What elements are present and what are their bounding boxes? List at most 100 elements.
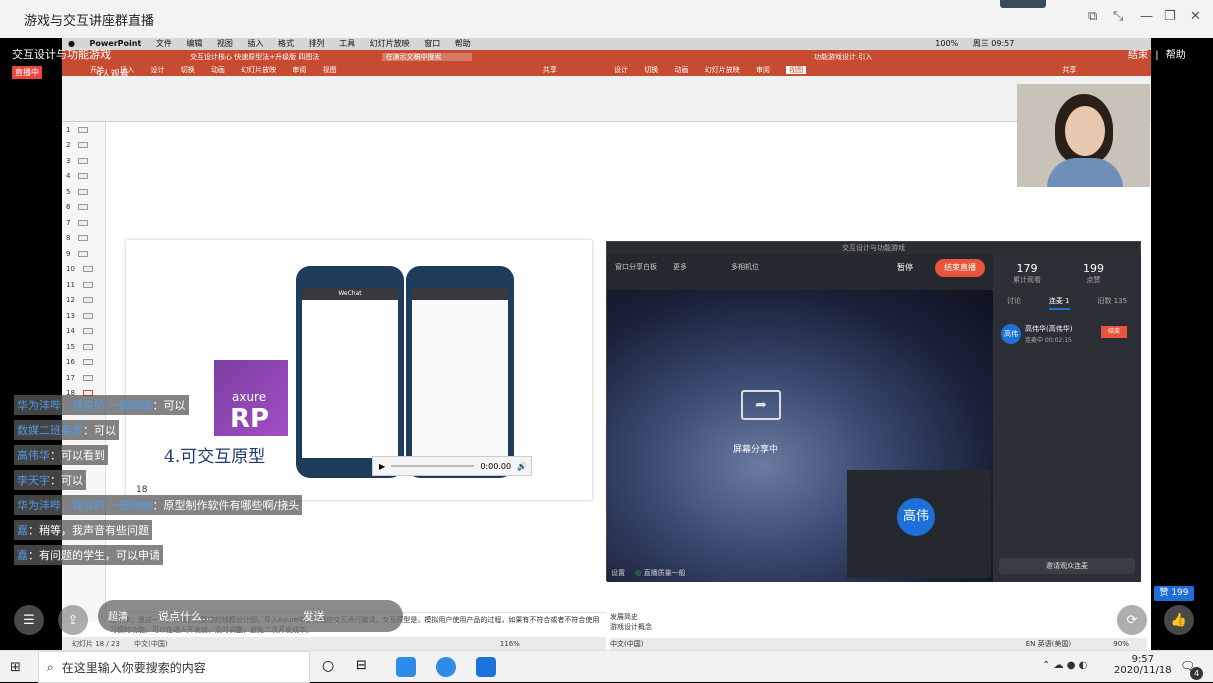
tab-old[interactable]: 旧数 135 (1097, 296, 1127, 310)
slide-thumbnail[interactable]: 6 (62, 200, 105, 216)
tab-transition-r[interactable]: 切换 (644, 66, 658, 74)
tab-design[interactable]: 设计 (150, 66, 164, 74)
slide-thumbnail[interactable]: 9 (62, 246, 105, 262)
slide-thumbnail[interactable]: 8 (62, 231, 105, 247)
menu-slideshow[interactable]: 幻灯片放映 (370, 39, 410, 48)
end-live-button[interactable]: 结束直播 (935, 259, 985, 277)
chat-sender[interactable]: 华为沣哔，我说的 一郜瑞峰 (17, 397, 153, 413)
slide-thumbnail-preview (78, 219, 89, 226)
slide-thumbnail[interactable]: 4 (62, 169, 105, 185)
chat-input[interactable]: 说点什么... (158, 608, 213, 624)
play-icon[interactable]: ▶ (379, 462, 385, 471)
tab-discussion[interactable]: 讨论 (1007, 296, 1021, 310)
cortana-icon[interactable]: ○ (322, 658, 334, 674)
tab-slideshow-r[interactable]: 幻灯片放映 (705, 66, 740, 74)
settings-label[interactable]: 设置 (611, 569, 625, 577)
volume-icon[interactable]: 🔊 (517, 462, 527, 471)
guest-avatar: 高伟 (1001, 324, 1021, 344)
menu-arrange[interactable]: 排列 (309, 39, 325, 48)
slide-thumbnail[interactable]: 13 (62, 308, 105, 324)
app-icon-feishu[interactable] (436, 657, 456, 677)
slide-counter: 幻灯片 18 / 23 (72, 640, 120, 648)
chat-text: 可以 (163, 399, 186, 412)
chat-sender[interactable]: 数媒二班姜雪 (17, 422, 83, 438)
quality-label: 直播质量一般 (643, 569, 686, 577)
restore-button[interactable]: ❐ (1164, 9, 1176, 24)
tab-animation[interactable]: 动画 (211, 66, 225, 74)
tab-animation-r[interactable]: 动画 (674, 66, 688, 74)
ppt-right-zoom[interactable]: 90% (1113, 640, 1129, 648)
slide-thumbnail-preview (82, 312, 93, 319)
minimize-button[interactable]: — (1140, 9, 1153, 24)
switch-icon[interactable]: ⟳ (1117, 605, 1147, 635)
taskview-icon[interactable]: ⊟ (356, 658, 367, 673)
chat-sender[interactable]: 李天宇 (17, 472, 50, 488)
send-button[interactable]: 发送 (303, 608, 325, 624)
app-icon-tablet[interactable] (476, 657, 496, 677)
menu-file[interactable]: 文件 (156, 39, 172, 48)
end-link[interactable]: 结束 (1128, 50, 1148, 61)
slide-thumbnail[interactable]: 1 (62, 122, 105, 138)
slide-thumbnail[interactable]: 7 (62, 215, 105, 231)
slide-thumbnail[interactable]: 17 (62, 370, 105, 386)
slide-thumbnail[interactable]: 10 (62, 262, 105, 278)
hangup-button[interactable]: 结束 (1101, 326, 1127, 338)
tab-design-r[interactable]: 设计 (614, 66, 628, 74)
slide-thumbnail-number: 17 (66, 373, 75, 382)
tab-transition[interactable]: 切换 (181, 66, 195, 74)
clarity-button[interactable]: 超清 (108, 608, 128, 623)
chat-sender[interactable]: 华为沣哔，我说的 一郜瑞峰 (17, 497, 153, 513)
shrink-icon[interactable]: ⤡ (1113, 9, 1123, 24)
share-button-r[interactable]: 共享 (1062, 66, 1076, 74)
tab-view[interactable]: 视图 (323, 66, 337, 74)
pause-button[interactable]: 暂停 (897, 262, 913, 273)
menu-help[interactable]: 帮助 (455, 39, 471, 48)
tool-multicam[interactable]: 多相机位 (731, 262, 759, 272)
slide-thumbnail[interactable]: 11 (62, 277, 105, 293)
app-icon-work[interactable] (396, 657, 416, 677)
chat-sender[interactable]: 嘉 (17, 547, 28, 563)
invite-button[interactable]: 邀请观众连麦 (999, 558, 1135, 574)
menu-edit[interactable]: 编辑 (186, 39, 202, 48)
menu-window[interactable]: 窗口 (424, 39, 440, 48)
guest-video-tile: 高伟 (847, 470, 991, 578)
video-progress-bar[interactable] (391, 465, 475, 467)
menu-format[interactable]: 格式 (278, 39, 294, 48)
slide-thumbnail[interactable]: 15 (62, 339, 105, 355)
tab-review[interactable]: 审阅 (292, 66, 306, 74)
ppt-left-search[interactable]: 在演示文稿中搜索 (381, 53, 472, 61)
like-icon[interactable]: 👍 (1164, 605, 1194, 635)
menu-view[interactable]: 视图 (217, 39, 233, 48)
share-button[interactable]: 共享 (543, 66, 557, 74)
taskbar-clock[interactable]: 9:57 2020/11/18 (1114, 654, 1172, 676)
tab-view-r[interactable]: 视图 (786, 66, 807, 74)
notes-icon[interactable]: ☰ (14, 605, 44, 635)
slide-thumbnail[interactable]: 14 (62, 324, 105, 340)
tool-window-share[interactable]: 窗口分享 (615, 262, 643, 272)
slide-thumbnail[interactable]: 5 (62, 184, 105, 200)
menu-insert[interactable]: 插入 (247, 39, 263, 48)
chat-sender[interactable]: 嘉 (17, 522, 28, 538)
help-link[interactable]: 帮助 (1166, 50, 1186, 61)
chat-input-bar[interactable]: 超清 说点什么... 发送 (98, 600, 403, 632)
taskbar-search[interactable]: ⌕ 在这里输入你要搜索的内容 (38, 651, 310, 683)
menu-tools[interactable]: 工具 (339, 39, 355, 48)
slide-thumbnail[interactable]: 16 (62, 355, 105, 371)
zoom-level[interactable]: 116% (500, 640, 520, 648)
pin-icon[interactable]: ⧉ (1088, 9, 1097, 24)
tray-icons[interactable]: ⌃ ☁ ● ◐ (1042, 660, 1087, 671)
tab-review-r[interactable]: 审阅 (756, 66, 770, 74)
tool-more[interactable]: 更多 (673, 262, 687, 272)
tool-whiteboard[interactable]: 白板 (643, 262, 657, 272)
start-icon[interactable]: ⊞ (10, 660, 21, 675)
slide-thumbnail[interactable]: 2 (62, 138, 105, 154)
chat-sender[interactable]: 高伟华 (17, 447, 50, 463)
slide-thumbnail[interactable]: 12 (62, 293, 105, 309)
quality-icon: ◎ (635, 569, 642, 577)
close-button[interactable]: ✕ (1190, 9, 1201, 24)
slide-thumbnail[interactable]: 3 (62, 153, 105, 169)
share-icon[interactable]: ⇪ (58, 605, 88, 635)
chat-message: 华为沣哔，我说的 一郜瑞峰：可以 (14, 395, 189, 415)
tab-connect[interactable]: 连麦·1 (1048, 296, 1070, 310)
tab-slideshow[interactable]: 幻灯片放映 (241, 66, 276, 74)
